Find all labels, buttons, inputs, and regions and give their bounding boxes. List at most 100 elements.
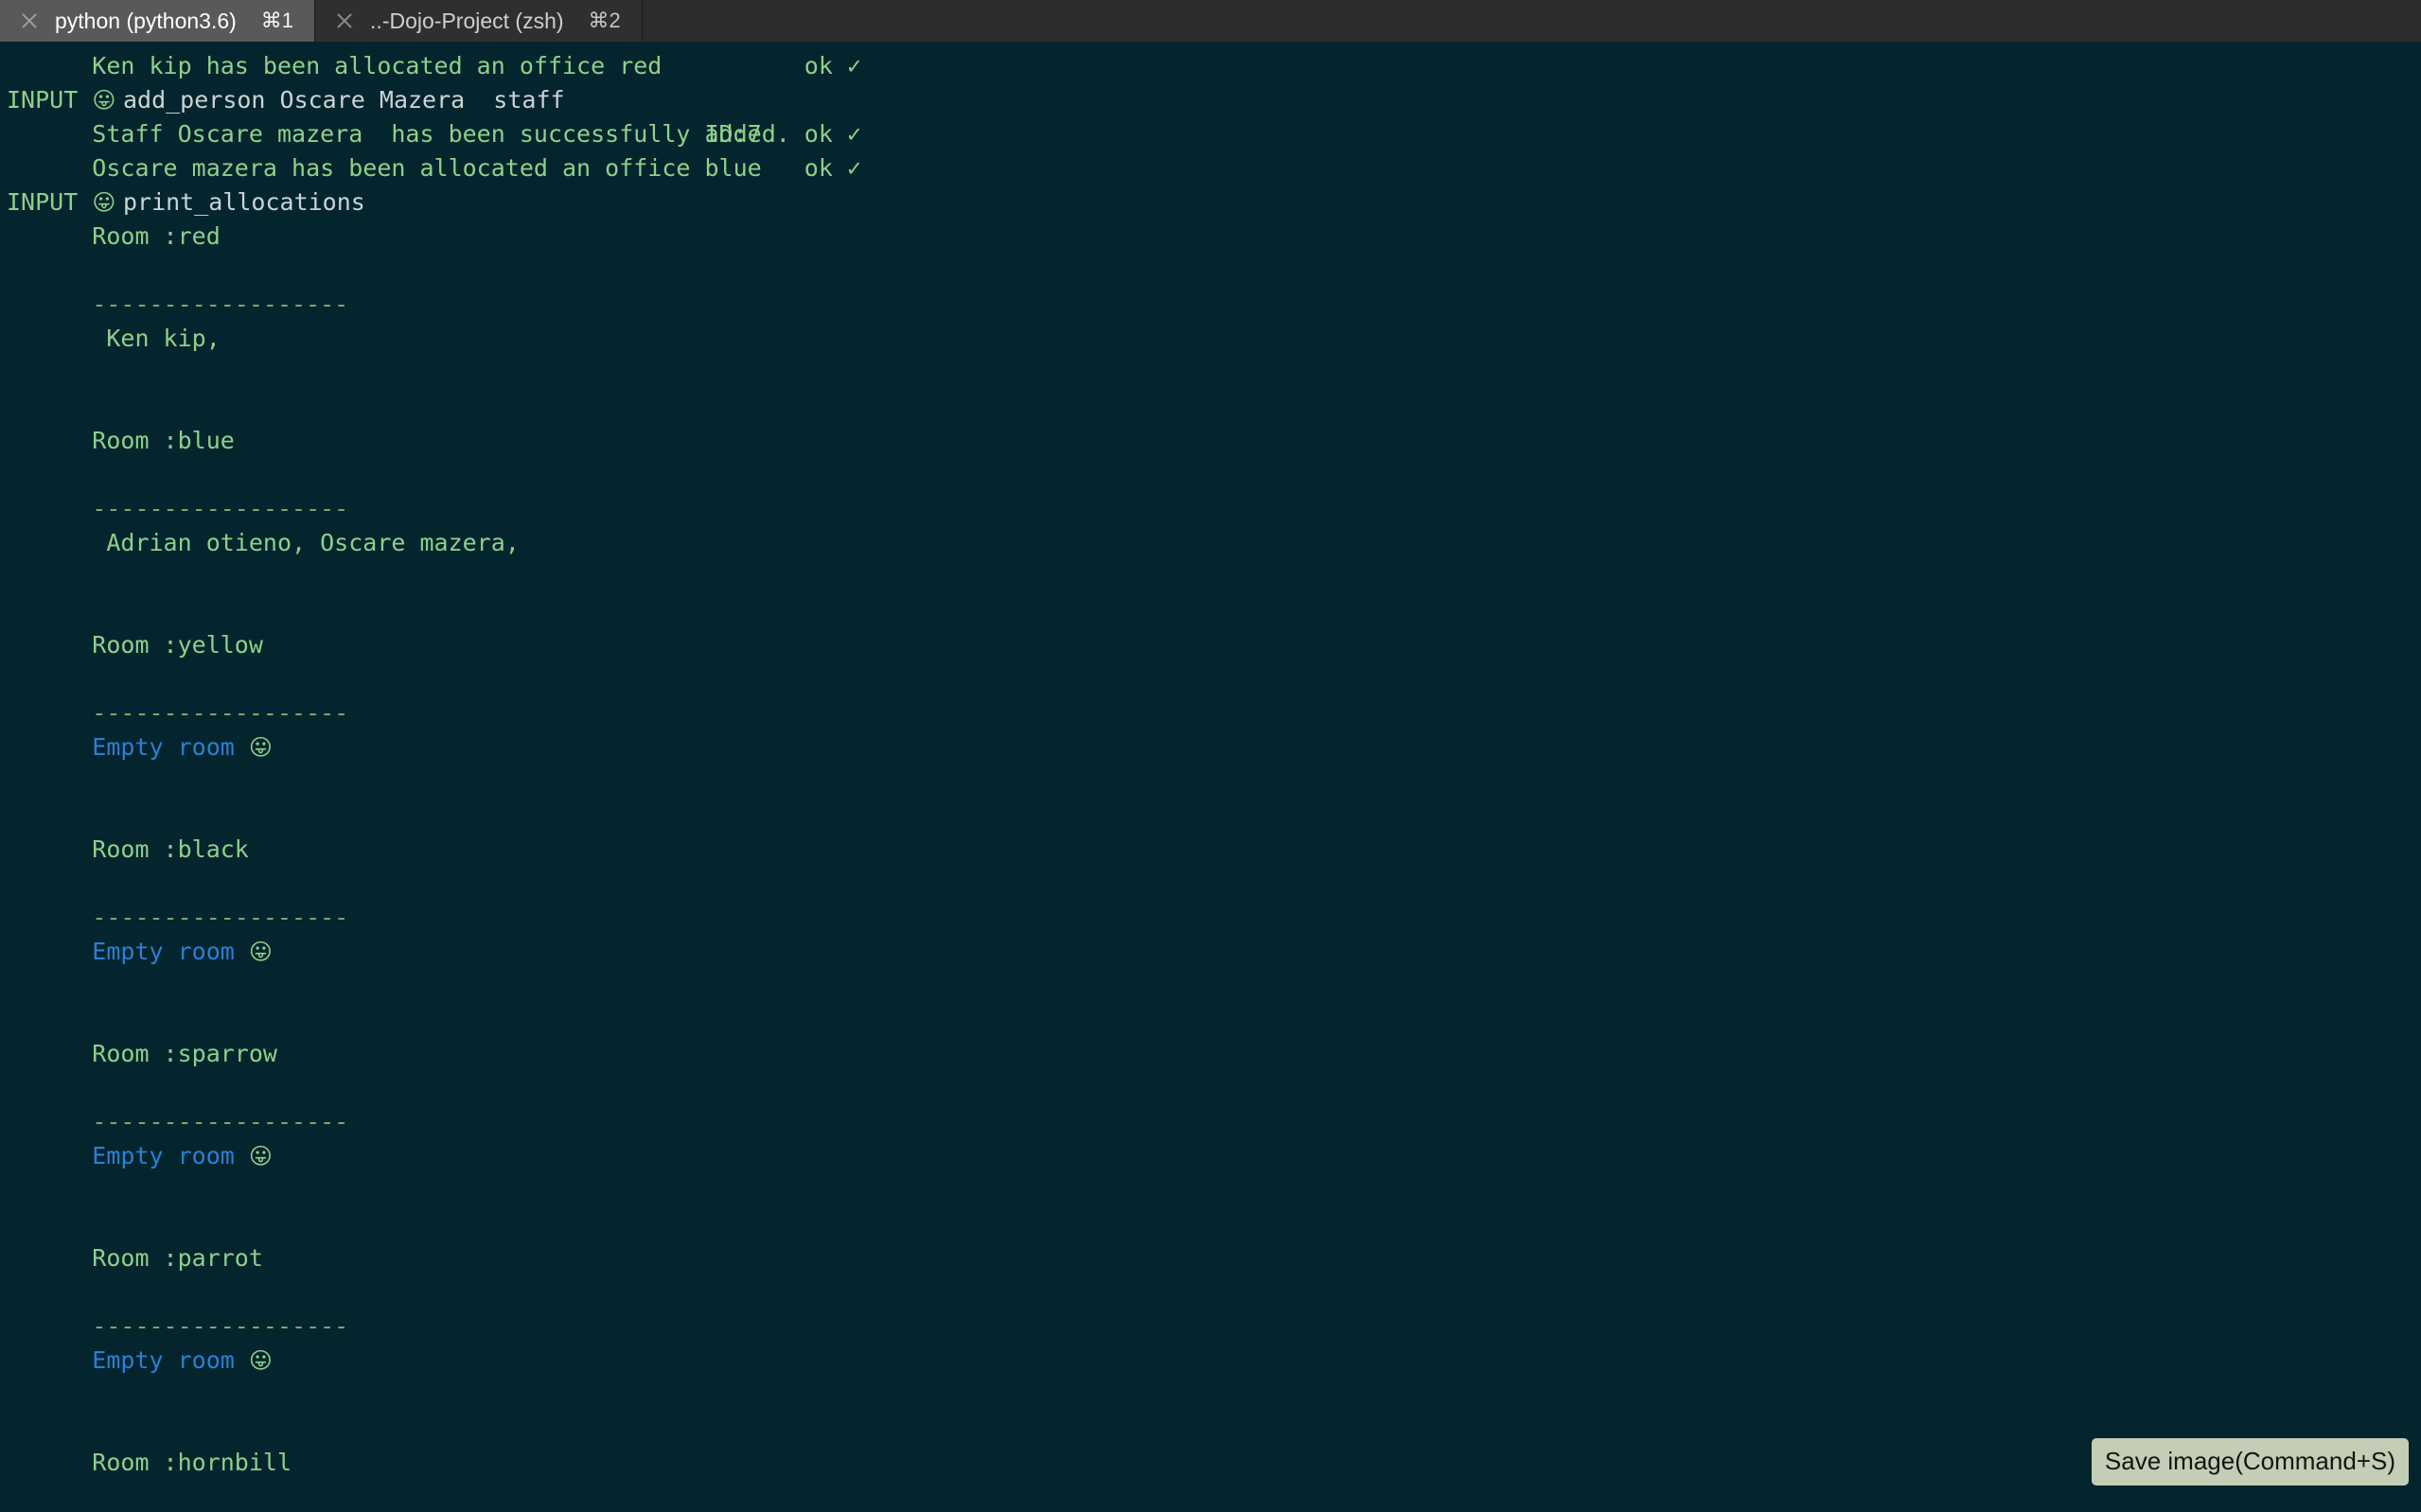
ok-status-badge: ok ✓: [804, 52, 862, 79]
tongue-face-icon: 😛: [248, 734, 273, 761]
terminal-output-line: ------------------: [0, 288, 2421, 322]
output-segment: Oscare mazera has been allocated an offi…: [92, 154, 762, 182]
output-text: Room :red: [92, 222, 220, 250]
terminal-lines: Ken kip has been allocated an office red…: [0, 42, 2421, 1512]
output-text: ------------------: [92, 1312, 348, 1340]
output-segment: Room :red: [92, 222, 221, 250]
terminal-output-line: Room :hornbill: [0, 1446, 2421, 1480]
terminal-output-line: Oscare mazera has been allocated an offi…: [0, 151, 2421, 185]
tongue-face-icon: 😛: [92, 87, 123, 114]
output-segment: Room :parrot: [92, 1244, 263, 1272]
output-segment: Ken kip has been allocated an office red: [92, 52, 663, 79]
section-divider: ------------------: [92, 290, 349, 318]
terminal-output-line: Empty room 😛: [0, 935, 2421, 969]
tab-shortcut-label: ⌘1: [260, 9, 294, 32]
terminal-output-line: Ken kip has been allocated an office red…: [0, 49, 2421, 83]
output-segment: Adrian otieno, Oscare mazera,: [106, 529, 520, 556]
output-segment: Empty room: [92, 1142, 249, 1169]
terminal-output-line: ------------------: [0, 901, 2421, 935]
terminal-output-line: ------------------: [0, 1310, 2421, 1344]
output-text: Room :parrot: [92, 1244, 263, 1272]
output-text: ------------------: [92, 699, 348, 727]
input-command-text: add_person Oscare Mazera staff: [122, 86, 565, 114]
terminal-output-line: Empty room 😛: [0, 730, 2421, 765]
output-text: Room :blue: [92, 427, 235, 454]
output-text: Room :black: [92, 835, 249, 863]
terminal-output-line: Room :yellow: [0, 628, 2421, 662]
tab-dojo-project[interactable]: ..-Dojo-Project (zsh) ⌘2: [315, 0, 643, 42]
tongue-face-icon: 😛: [248, 1143, 273, 1169]
output-segment: Room :black: [92, 835, 249, 863]
input-prompt-label: INPUT: [7, 188, 93, 216]
ok-status-badge: ok ✓: [804, 120, 862, 148]
section-divider: ------------------: [92, 904, 349, 931]
terminal-output-line: ------------------: [0, 492, 2421, 526]
section-divider: ------------------: [92, 1312, 349, 1340]
terminal-output-area[interactable]: Ken kip has been allocated an office red…: [0, 42, 2421, 1512]
terminal-output-line: Ken kip,: [0, 322, 2421, 356]
save-image-button[interactable]: Save image(Command+S): [2091, 1438, 2409, 1486]
output-segment: Staff Oscare mazera has been successfull…: [92, 120, 790, 148]
output-text: Oscare mazera has been allocated an offi…: [92, 154, 761, 182]
output-text: Room :sparrow: [92, 1040, 277, 1067]
output-text: ------------------: [92, 290, 348, 318]
output-text: Room :hornbill: [92, 1449, 292, 1476]
output-text: Adrian otieno, Oscare mazera,: [106, 529, 520, 556]
tongue-face-icon: 😛: [92, 189, 123, 216]
terminal-output-line: ------------------: [0, 1105, 2421, 1139]
output-segment: Room :hornbill: [92, 1449, 292, 1476]
terminal-output-line: Adrian otieno, Oscare mazera,: [0, 526, 2421, 560]
input-command-text: print_allocations: [122, 188, 365, 216]
output-text: Empty room 😛: [92, 733, 273, 761]
section-divider: ------------------: [92, 699, 349, 727]
output-text: ------------------: [92, 495, 348, 522]
terminal-output-line: Staff Oscare mazera has been successfull…: [0, 117, 2421, 151]
section-divider: ------------------: [92, 495, 349, 522]
output-text: Staff Oscare mazera has been successfull…: [92, 120, 790, 148]
terminal-output-line: Room :sparrow: [0, 1037, 2421, 1071]
terminal-output-line: Room :black: [0, 833, 2421, 867]
terminal-output-line: Empty room 😛: [0, 1344, 2421, 1378]
ok-status-badge: ok ✓: [804, 154, 862, 182]
person-id-label: ID:7: [704, 120, 762, 148]
tab-shortcut-label: ⌘2: [588, 9, 621, 32]
terminal-input-line: INPUT 😛 print_allocations: [0, 185, 2421, 220]
output-segment: Room :yellow: [92, 631, 263, 659]
output-segment: Room :blue: [92, 427, 235, 454]
input-prompt-label: INPUT: [7, 86, 93, 114]
tab-bar: python (python3.6) ⌘1 ..-Dojo-Project (zsh…: [0, 0, 2421, 42]
output-segment: Empty room: [92, 733, 249, 761]
output-text: Room :yellow: [92, 631, 263, 659]
output-text: Empty room 😛: [92, 1142, 273, 1169]
output-text: Empty room 😛: [92, 1346, 273, 1374]
tab-python[interactable]: python (python3.6) ⌘1: [0, 0, 316, 42]
tab-title: python (python3.6): [55, 8, 237, 33]
close-icon[interactable]: [328, 5, 361, 37]
tongue-face-icon: 😛: [248, 939, 273, 965]
terminal-output-line: ------------------: [0, 696, 2421, 730]
output-text: Empty room 😛: [92, 938, 273, 965]
tab-title: ..-Dojo-Project (zsh): [370, 8, 564, 33]
output-segment: Empty room: [92, 1346, 249, 1374]
output-segment: Empty room: [92, 938, 249, 965]
output-text: ------------------: [92, 904, 348, 931]
close-icon[interactable]: [13, 5, 45, 37]
terminal-input-line: INPUT 😛 add_person Oscare Mazera staff: [0, 83, 2421, 117]
